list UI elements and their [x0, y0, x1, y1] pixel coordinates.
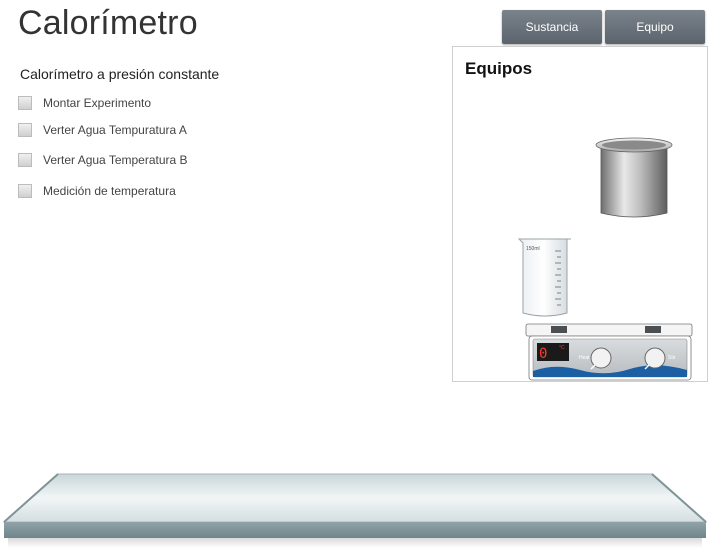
temperature-display: 0: [539, 346, 547, 362]
step-verter-agua-a[interactable]: Verter Agua Tempuratura A: [18, 123, 187, 137]
calorimeter-cup-icon[interactable]: [595, 135, 673, 221]
lab-bench: [2, 473, 708, 548]
step-verter-agua-b[interactable]: Verter Agua Temperatura B: [18, 153, 188, 167]
step-label: Verter Agua Tempuratura A: [43, 123, 187, 137]
tab-equipo[interactable]: Equipo: [605, 10, 705, 44]
step-label: Verter Agua Temperatura B: [43, 153, 188, 167]
temperature-unit: °C: [559, 345, 565, 351]
step-checkbox[interactable]: [18, 123, 32, 137]
stir-knob-label: Stir: [668, 355, 676, 361]
beaker-icon[interactable]: 150ml: [515, 235, 575, 319]
step-montar-experimento[interactable]: Montar Experimento: [18, 96, 151, 110]
equipment-title: Equipos: [465, 59, 533, 78]
step-medicion-temperatura[interactable]: Medición de temperatura: [18, 184, 176, 198]
heat-knob-label: Heat: [579, 355, 590, 361]
step-checkbox[interactable]: [18, 184, 32, 198]
step-checkbox[interactable]: [18, 153, 32, 167]
tab-sustancia[interactable]: Sustancia: [502, 10, 602, 44]
equipment-panel: Equipos 150ml 0 °C Heat Stir: [452, 46, 708, 382]
beaker-label: 150ml: [526, 246, 540, 252]
procedure-title: Calorímetro a presión constante: [20, 66, 220, 82]
hot-plate-icon[interactable]: 0 °C Heat Stir: [525, 323, 695, 381]
tab-bar: Sustancia Equipo: [502, 10, 705, 44]
app-title: Calorímetro: [18, 4, 198, 42]
step-label: Medición de temperatura: [43, 184, 176, 198]
step-checkbox[interactable]: [18, 96, 32, 110]
step-label: Montar Experimento: [43, 96, 152, 110]
